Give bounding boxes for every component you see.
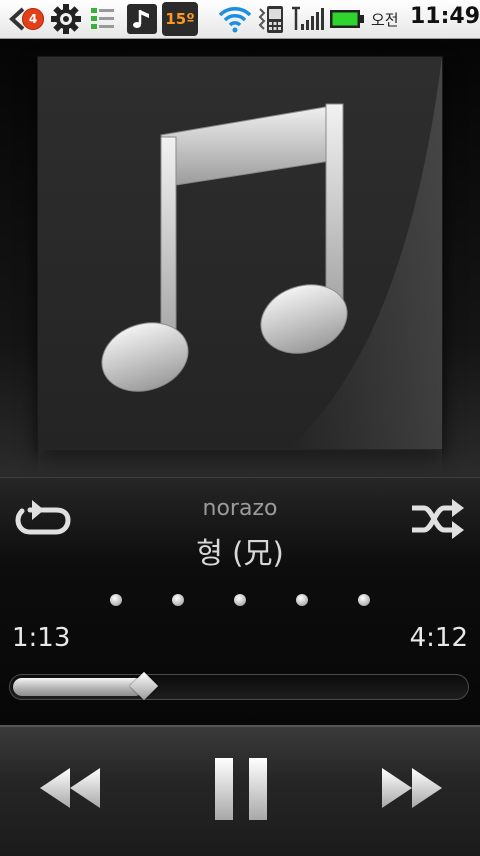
pause-button[interactable] [212, 755, 270, 821]
artist-name: norazo [202, 496, 278, 521]
shuffle-icon [412, 499, 464, 539]
fast-forward-icon [382, 768, 442, 808]
page-dot[interactable] [358, 594, 370, 606]
notification-count-badge[interactable]: 4 [22, 8, 44, 30]
next-button[interactable] [376, 755, 446, 821]
page-dot[interactable] [172, 594, 184, 606]
page-dot[interactable] [234, 594, 246, 606]
music-note-icon [101, 57, 442, 449]
seek-bar[interactable] [9, 671, 469, 701]
album-art-reflection [38, 449, 442, 475]
settings-gear-icon[interactable] [48, 0, 84, 38]
now-playing-panel: norazo 형 (兄) 1:13 4:12 [0, 477, 480, 726]
previous-button[interactable] [36, 755, 106, 821]
elapsed-time: 1:13 [12, 623, 71, 653]
weather-temperature-badge[interactable]: 15º [162, 2, 198, 36]
total-time: 4:12 [409, 623, 468, 653]
status-bar: 4 15º 오전 11:49 [0, 0, 480, 39]
page-indicator [0, 594, 480, 608]
task-list-icon[interactable] [89, 0, 117, 38]
album-art[interactable] [38, 57, 442, 449]
battery-icon [328, 0, 366, 38]
music-note-icon[interactable] [126, 0, 158, 38]
wifi-icon [216, 0, 254, 38]
rewind-icon [40, 768, 100, 808]
page-dot[interactable] [296, 594, 308, 606]
page-dot[interactable] [110, 594, 122, 606]
cell-signal-icon [290, 0, 326, 38]
playback-controls [0, 725, 480, 856]
clock-time: 11:49 [410, 4, 480, 29]
song-title: 형 (兄) [196, 536, 284, 570]
seek-progress-fill [13, 678, 144, 696]
shuffle-button[interactable] [410, 498, 466, 540]
phone-signal-icon [256, 0, 288, 38]
pause-icon [215, 758, 267, 820]
clock-ampm: 오전 [371, 11, 399, 29]
album-art-area [0, 39, 480, 477]
